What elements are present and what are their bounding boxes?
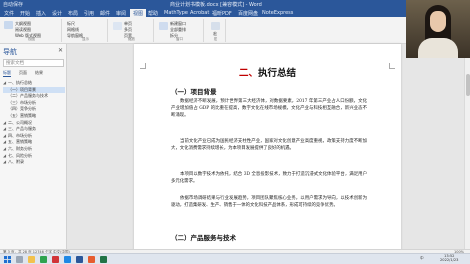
vertical-scrollbar[interactable] <box>464 44 470 252</box>
ribbon-group-window: 新建窗口 全部重排 拆分 窗口 <box>156 19 204 42</box>
document-paragraph: 依据市场调研结果与行业发展趋势，项目团队聚焦核心业务，以用户需求为导向，以技术创… <box>171 196 367 209</box>
group-label-views: 视图 <box>28 37 35 41</box>
document-heading: 二、执行总结 <box>238 68 297 79</box>
nav-title: 导航 <box>3 48 17 56</box>
tab-home[interactable]: 开始 <box>20 10 30 17</box>
powerpoint-icon[interactable] <box>88 256 95 263</box>
document-page[interactable]: 二、执行总结 （一）项目背景 数据经济不断发展，预计世界第三大经济体，对数据要素… <box>134 44 401 252</box>
document-canvas[interactable]: 二、执行总结 （一）项目背景 数据经济不断发展，预计世界第三大经济体，对数据要素… <box>67 44 470 252</box>
document-paragraph: 本项目以数字技术为依托，结合 3D 全息投影技术，致力于打造沉浸式文化体验平台，… <box>171 172 367 185</box>
ribbon: 大纲视图 阅读视图 Web 版式视图 视图 标尺 网格线 导航窗格 显示 单页 … <box>0 17 470 44</box>
tab-noteexpress[interactable]: NoteExpress <box>262 10 293 16</box>
search-icon[interactable] <box>16 256 23 263</box>
zoom-icon <box>113 22 122 30</box>
ribbon-tabs: 文件 开始 插入 设计 布局 引用 邮件 审阅 视图 帮助 MathType A… <box>0 9 470 17</box>
nav-heading-item[interactable]: ◢ 四、市场分析 <box>3 133 65 140</box>
close-icon[interactable]: ✕ <box>58 47 63 54</box>
group-label-macros: 宏 <box>213 37 218 41</box>
tab-mathtype[interactable]: MathType <box>164 10 188 16</box>
tab-layout[interactable]: 布局 <box>68 10 78 17</box>
tab-references[interactable]: 引用 <box>84 10 94 17</box>
app-icon[interactable] <box>52 256 59 263</box>
macros-icon <box>211 22 220 30</box>
nav-tab-pages[interactable]: 页面 <box>19 70 27 76</box>
nav-heading-item[interactable]: （三）市场分析 <box>3 100 65 107</box>
nav-heading-item[interactable]: ◢ 七、风险分析 <box>3 153 65 160</box>
nav-search-input[interactable]: 搜索文档 <box>3 59 64 67</box>
group-label-window: 窗口 <box>176 37 183 41</box>
nav-heading-item[interactable]: （五）营销策略 <box>3 113 65 120</box>
nav-heading-item[interactable]: ◢ 二、公司概况 <box>3 120 65 127</box>
nav-heading-list: ◢ 一、执行总结 （一）项目背景 （二）产品服务与技术 （三）市场分析 （四）竞争… <box>3 80 65 166</box>
ribbon-group-views: 大纲视图 阅读视图 Web 版式视图 视图 <box>2 19 62 42</box>
nav-tabs: 标题 页面 结果 <box>3 70 64 77</box>
document-subheading: （一）项目背景 <box>171 88 217 96</box>
tab-help[interactable]: 帮助 <box>148 10 158 17</box>
clock-date: 2022/1/23 <box>440 257 459 262</box>
nav-heading-item[interactable]: ◢ 八、附录 <box>3 159 65 166</box>
tab-mailings[interactable]: 邮件 <box>100 10 110 17</box>
window-title: 商业计划书模板.docx [兼容模式] - Word <box>170 2 262 8</box>
wechat-icon[interactable] <box>40 256 47 263</box>
nav-heading-item[interactable]: ◢ 五、营销策略 <box>3 139 65 146</box>
title-bar: 自动保存 商业计划书模板.docx [兼容模式] - Word <box>0 0 470 9</box>
ribbon-group-macros: 宏 宏 <box>206 19 226 42</box>
clock[interactable]: 13:52 2022/1/23 <box>440 254 459 263</box>
input-language[interactable]: 中 <box>420 256 424 261</box>
nav-heading-item[interactable]: ◢ 一、执行总结 <box>3 80 65 87</box>
nav-heading-item[interactable]: （二）产品服务与技术 <box>3 93 65 100</box>
nav-tab-headings[interactable]: 标题 <box>3 70 11 77</box>
ribbon-group-show: 标尺 网格线 导航窗格 显示 <box>64 19 108 42</box>
nav-tab-results[interactable]: 结果 <box>35 70 43 76</box>
windows-start-icon[interactable] <box>4 256 11 263</box>
tab-baidu-netdisk[interactable]: 百度网盘 <box>238 10 258 17</box>
presenter-face <box>430 11 446 32</box>
document-paragraph: 当前文化产业已成为国民经济支柱性产业，国家对文化创意产业高度重视，政策支持力度不… <box>171 139 367 152</box>
scrollbar-thumb[interactable] <box>466 74 470 96</box>
excel-icon[interactable] <box>100 256 107 263</box>
tab-design[interactable]: 设计 <box>52 10 62 17</box>
webcam-overlay <box>406 0 470 58</box>
new-window-icon <box>159 22 168 30</box>
tab-acrobat[interactable]: Acrobat <box>190 10 209 16</box>
tab-foxit-pdf[interactable]: 福昕PDF <box>212 10 232 17</box>
file-explorer-icon[interactable] <box>28 256 35 263</box>
nav-heading-item[interactable]: ◢ 六、财务分析 <box>3 146 65 153</box>
presenter-body <box>418 38 458 58</box>
tab-file[interactable]: 文件 <box>4 10 14 17</box>
navigation-pane: 导航 ✕ 搜索文档 标题 页面 结果 ◢ 一、执行总结 （一）项目背景 （二）产品… <box>0 44 67 252</box>
outline-view-icon <box>4 21 13 29</box>
nav-heading-item[interactable]: （四）竞争分析 <box>3 106 65 113</box>
tab-view[interactable]: 视图 <box>130 9 147 17</box>
nav-heading-item[interactable]: （一）项目背景 <box>3 86 65 94</box>
group-label-show: 显示 <box>82 37 89 41</box>
tab-review[interactable]: 审阅 <box>116 10 126 17</box>
nav-heading-item[interactable]: ◢ 三、产品与服务 <box>3 126 65 133</box>
group-label-zoom: 缩放 <box>128 37 135 41</box>
tab-insert[interactable]: 插入 <box>36 10 46 17</box>
taskbar: 中 13:52 2022/1/23 <box>0 253 470 264</box>
document-subheading: （二）产品服务与技术 <box>171 234 236 242</box>
word-icon[interactable] <box>76 256 83 263</box>
document-paragraph: 数据经济不断发展，预计世界第三大经济体，对数据要素，2017 年第三产业占人口份… <box>171 99 367 119</box>
browser-icon[interactable] <box>64 256 71 263</box>
ribbon-group-zoom: 单页 多页 页宽 缩放 <box>110 19 154 42</box>
quick-access-label[interactable]: 自动保存 <box>3 1 23 8</box>
